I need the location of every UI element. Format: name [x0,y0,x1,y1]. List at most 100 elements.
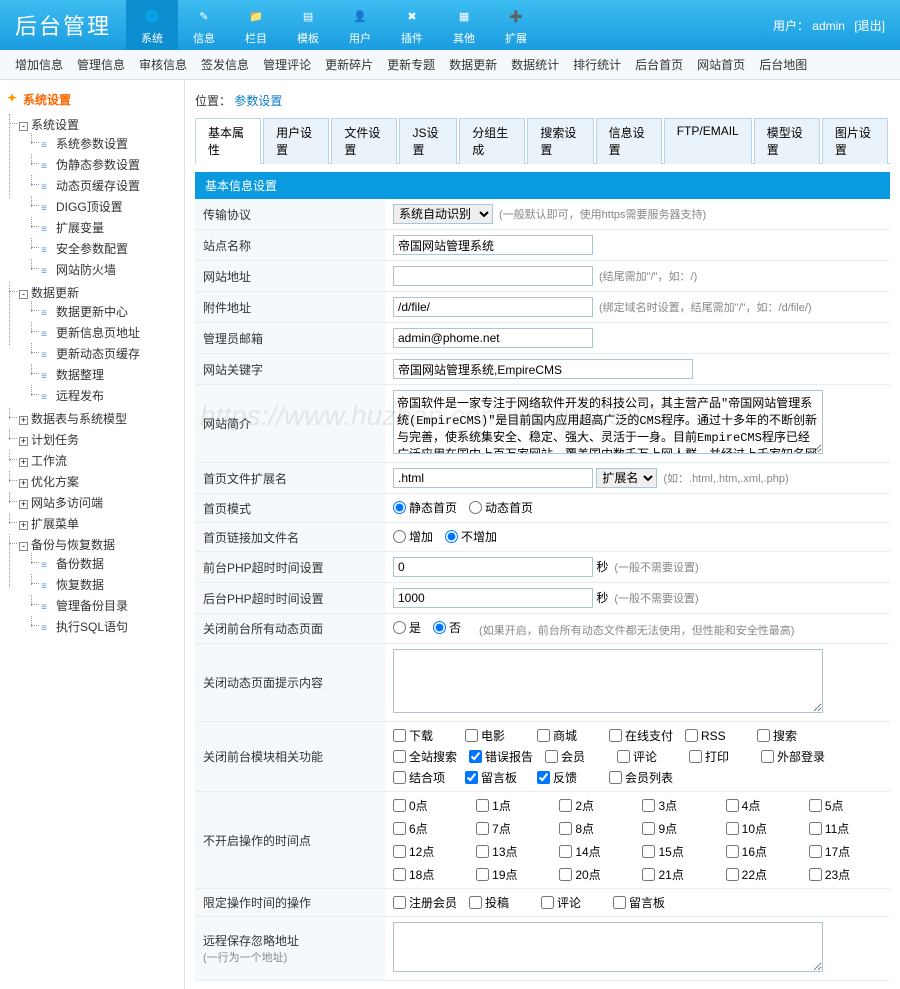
tab-item[interactable]: 用户设置 [263,118,329,164]
tree-branch[interactable]: 数据更新 [31,286,79,300]
tree-leaf[interactable]: 伪静态参数设置 [56,158,140,172]
subnav-item[interactable]: 后台首页 [635,56,683,73]
tree-toggle[interactable]: - [19,122,28,131]
checkbox-item[interactable]: 9点 [642,820,715,837]
checkbox[interactable] [476,822,489,835]
checkbox[interactable] [726,845,739,858]
checkbox-item[interactable]: 外部登录 [761,748,825,765]
keywords-input[interactable] [393,359,693,379]
tree-leaf[interactable]: 更新动态页缓存 [56,347,140,361]
checkbox[interactable] [476,868,489,881]
protocol-select[interactable]: 系统自动识别 [393,204,493,224]
logout-link[interactable]: [退出] [854,19,885,33]
tree-toggle[interactable]: - [19,542,28,551]
tree-toggle[interactable]: - [19,290,28,299]
checkbox-item[interactable]: 5点 [809,797,882,814]
checkbox[interactable] [689,750,702,763]
remotesave-textarea[interactable] [393,922,823,972]
checkbox-item[interactable]: 19点 [476,866,549,883]
checkbox-item[interactable]: 2点 [559,797,632,814]
tree-toggle[interactable]: + [19,521,28,530]
checkbox-item[interactable]: 留言板 [465,769,525,786]
subnav-item[interactable]: 排行统计 [573,56,621,73]
tree-branch[interactable]: 优化方案 [31,475,79,489]
checkbox-item[interactable]: 11点 [809,820,882,837]
checkbox[interactable] [476,845,489,858]
tree-toggle[interactable]: + [19,479,28,488]
checkbox[interactable] [393,799,406,812]
backtimeout-input[interactable] [393,588,593,608]
tree-leaf[interactable]: 动态页缓存设置 [56,179,140,193]
tree-leaf[interactable]: 管理备份目录 [56,599,128,613]
tree-toggle[interactable]: + [19,458,28,467]
checkbox[interactable] [559,845,572,858]
checkbox[interactable] [393,845,406,858]
checkbox[interactable] [541,896,554,909]
checkbox-item[interactable]: 22点 [726,866,799,883]
checkbox-item[interactable]: 错误报告 [469,748,533,765]
subnav-item[interactable]: 更新碎片 [325,56,373,73]
email-input[interactable] [393,328,593,348]
tab-item[interactable]: 图片设置 [822,118,888,164]
checkbox[interactable] [809,868,822,881]
tab-item[interactable]: 信息设置 [596,118,662,164]
checkbox-item[interactable]: 留言板 [613,894,673,911]
checkbox-item[interactable]: 全站搜索 [393,748,457,765]
top-nav-user[interactable]: 👤用户 [334,0,386,50]
tab-item[interactable]: JS设置 [399,118,457,164]
tree-leaf[interactable]: 网站防火墙 [56,263,116,277]
checkbox-item[interactable]: 18点 [393,866,466,883]
checkbox-item[interactable]: RSS [685,727,745,744]
checkbox-item[interactable]: 评论 [541,894,601,911]
checkbox-item[interactable]: 商城 [537,727,597,744]
checkbox[interactable] [393,729,406,742]
tree-leaf[interactable]: 远程发布 [56,389,104,403]
checkbox-item[interactable]: 14点 [559,843,632,860]
indextype-dynamic[interactable] [469,501,482,514]
breadcrumb-current[interactable]: 参数设置 [234,94,282,108]
checkbox[interactable] [726,822,739,835]
tab-item[interactable]: FTP/EMAIL [664,118,752,164]
tree-branch[interactable]: 计划任务 [31,433,79,447]
tree-leaf[interactable]: 数据更新中心 [56,305,128,319]
subnav-item[interactable]: 网站首页 [697,56,745,73]
checkbox[interactable] [761,750,774,763]
checkbox-item[interactable]: 1点 [476,797,549,814]
tab-item[interactable]: 文件设置 [331,118,397,164]
tree-toggle[interactable]: + [19,416,28,425]
checkbox-item[interactable]: 16点 [726,843,799,860]
checkbox-item[interactable]: 在线支付 [609,727,673,744]
checkbox-item[interactable]: 电影 [465,727,525,744]
tree-branch[interactable]: 网站多访问端 [31,496,103,510]
checkbox[interactable] [559,868,572,881]
checkbox-item[interactable]: 23点 [809,866,882,883]
checkbox[interactable] [559,822,572,835]
checkbox[interactable] [393,822,406,835]
tree-leaf[interactable]: 扩展变量 [56,221,104,235]
tree-leaf[interactable]: DIGG顶设置 [56,200,123,214]
checkbox[interactable] [685,729,698,742]
checkbox-item[interactable]: 投稿 [469,894,529,911]
tree-branch[interactable]: 备份与恢复数据 [31,538,115,552]
subnav-item[interactable]: 管理信息 [77,56,125,73]
tab-item[interactable]: 模型设置 [754,118,820,164]
subnav-item[interactable]: 数据统计 [511,56,559,73]
top-nav-tools[interactable]: ✖插件 [386,0,438,50]
checkbox-item[interactable]: 21点 [642,866,715,883]
checkbox[interactable] [545,750,558,763]
checkbox-item[interactable]: 结合项 [393,769,453,786]
checkbox-item[interactable]: 会员列表 [609,769,673,786]
subnav-item[interactable]: 后台地图 [759,56,807,73]
checkbox[interactable] [469,750,482,763]
top-nav-grid[interactable]: ▦其他 [438,0,490,50]
tree-branch[interactable]: 数据表与系统模型 [31,412,127,426]
tree-toggle[interactable]: + [19,500,28,509]
checkbox[interactable] [465,771,478,784]
checkbox-item[interactable]: 3点 [642,797,715,814]
ext-input[interactable] [393,468,593,488]
tree-leaf[interactable]: 数据整理 [56,368,104,382]
addfilename-no[interactable] [445,530,458,543]
sitename-input[interactable] [393,235,593,255]
checkbox[interactable] [559,799,572,812]
fronttimeout-input[interactable] [393,557,593,577]
